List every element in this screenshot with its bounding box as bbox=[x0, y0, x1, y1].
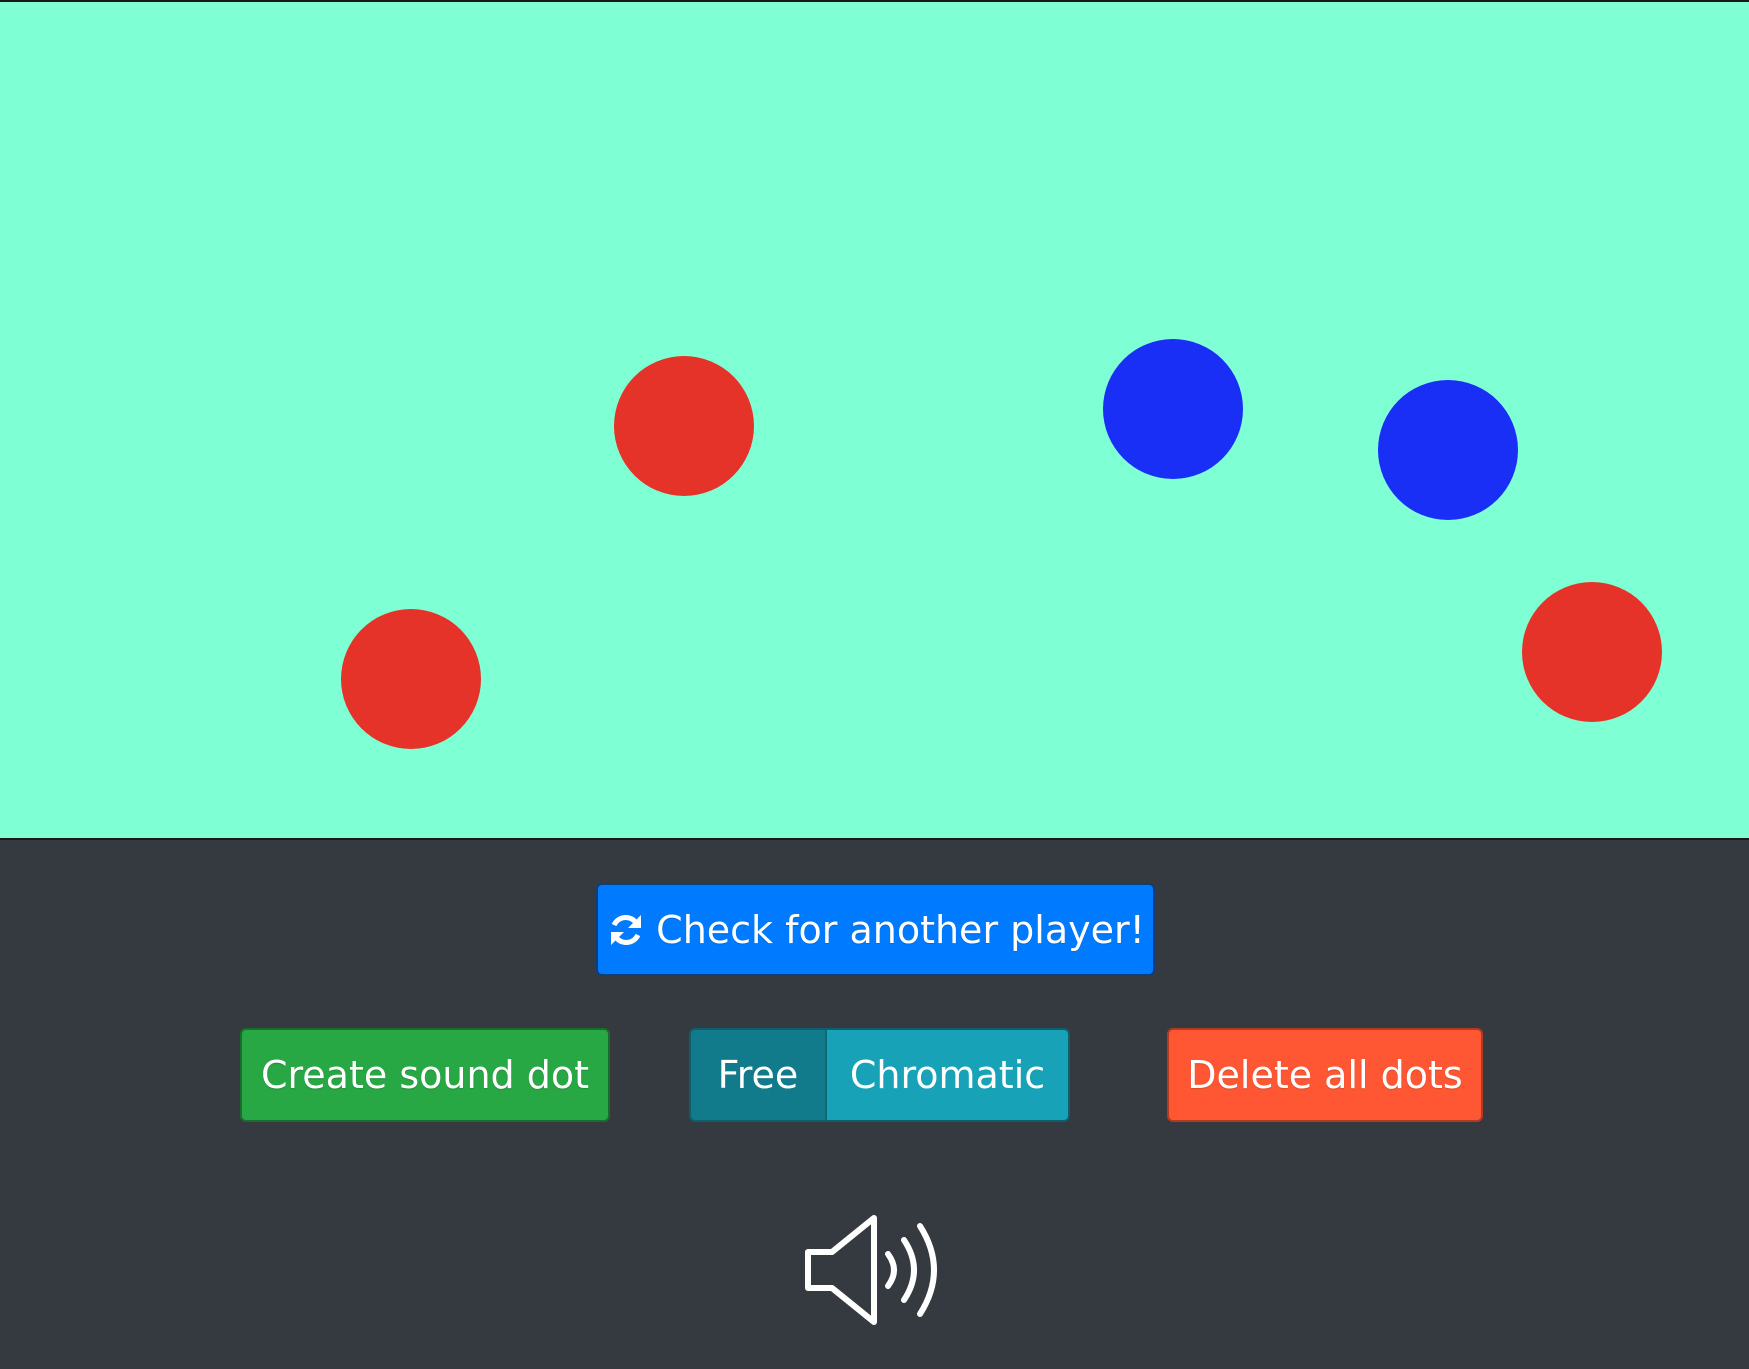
delete-dots-label: Delete all dots bbox=[1187, 1053, 1463, 1097]
delete-dots-button[interactable]: Delete all dots bbox=[1167, 1028, 1483, 1122]
game-canvas[interactable] bbox=[0, 0, 1749, 840]
create-dot-button[interactable]: Create sound dot bbox=[240, 1028, 610, 1122]
sound-dot[interactable] bbox=[1103, 339, 1243, 479]
sound-dot[interactable] bbox=[614, 356, 754, 496]
mode-toggle: Free Chromatic bbox=[689, 1028, 1070, 1122]
sound-dot[interactable] bbox=[341, 609, 481, 749]
sound-dot[interactable] bbox=[1522, 582, 1662, 722]
sound-dot[interactable] bbox=[1378, 380, 1518, 520]
mode-chromatic-button[interactable]: Chromatic bbox=[827, 1030, 1068, 1120]
mode-free-button[interactable]: Free bbox=[691, 1030, 827, 1120]
check-player-label: Check for another player! bbox=[656, 907, 1145, 952]
speaker-volume-icon[interactable] bbox=[800, 1210, 950, 1330]
control-panel: Check for another player! Create sound d… bbox=[0, 840, 1749, 1369]
refresh-icon bbox=[606, 910, 646, 950]
create-dot-label: Create sound dot bbox=[260, 1053, 590, 1097]
check-player-button[interactable]: Check for another player! bbox=[596, 883, 1155, 976]
